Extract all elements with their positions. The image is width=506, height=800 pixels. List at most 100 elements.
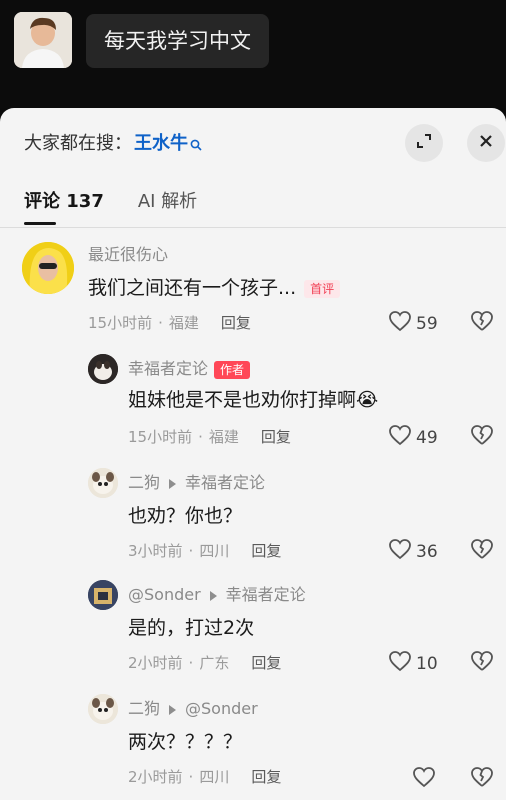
heart-icon — [388, 538, 416, 566]
broken-heart-icon — [470, 311, 494, 336]
video-subtitle: 每天我学习中文 — [86, 14, 269, 68]
comment-time: 15小时前 — [88, 314, 153, 332]
comment-author[interactable]: 最近很伤心 — [88, 244, 168, 266]
author-name[interactable]: 最近很伤心 — [88, 245, 168, 264]
tab-comments[interactable]: 评论 137 — [24, 190, 104, 214]
comment-location: 四川 — [199, 542, 230, 560]
comment-text: 两次？？？？ — [128, 731, 243, 753]
meta-separator: · — [198, 428, 203, 446]
comment-item: 最近很伤心 我们之间还有一个孩子... 首评 15小时前 · 福建 回复 59 — [0, 238, 506, 338]
dislike-button[interactable] — [470, 766, 494, 792]
comment-time: 2小时前 — [128, 768, 183, 786]
comment-body: 我们之间还有一个孩子... — [88, 277, 297, 299]
active-tab-indicator — [24, 222, 56, 225]
comment-meta: 15小时前 · 福建 回复 — [128, 426, 291, 448]
comment-sheet: 大家都在搜： 王水牛 评论 137 AI 解析 最近很伤心 我们之间还有一个孩子.… — [0, 108, 506, 800]
comment-meta: 3小时前 · 四川 回复 — [128, 540, 281, 562]
comment-item: @Sonder 幸福者定论 是的，打过2次 2小时前 · 广东 回复 10 — [0, 578, 506, 678]
reply-target-name[interactable]: 幸福者定论 — [185, 473, 265, 492]
video-area: 每天我学习中文 — [0, 0, 506, 108]
reply-button[interactable]: 回复 — [261, 428, 291, 446]
expand-icon — [415, 132, 433, 154]
dislike-button[interactable] — [470, 310, 494, 336]
comment-text: 是的，打过2次 — [128, 617, 255, 639]
broken-heart-icon — [470, 425, 494, 450]
heart-icon — [388, 310, 416, 338]
avatar[interactable] — [88, 468, 118, 498]
reply-target-name[interactable]: 幸福者定论 — [226, 585, 306, 604]
comment-tabs: 评论 137 AI 解析 — [24, 186, 197, 218]
comment-item: 二狗 @Sonder 两次？？？？ 2小时前 · 四川 回复 — [0, 692, 506, 800]
comment-meta: 2小时前 · 四川 回复 — [128, 766, 281, 788]
comment-author[interactable]: @Sonder 幸福者定论 — [128, 584, 306, 606]
comment-meta: 15小时前 · 福建 回复 — [88, 312, 251, 334]
reply-arrow-icon — [209, 590, 217, 601]
like-count: 59 — [416, 314, 438, 334]
first-comment-badge: 首评 — [304, 279, 341, 298]
tab-divider — [0, 227, 506, 228]
comment-author[interactable]: 二狗 @Sonder — [128, 698, 258, 720]
broken-heart-icon — [470, 651, 494, 676]
author-name[interactable]: 幸福者定论 — [128, 359, 208, 378]
expand-button[interactable] — [405, 124, 443, 162]
like-count: 36 — [416, 542, 438, 562]
heart-icon — [412, 766, 440, 794]
reply-target-name[interactable]: @Sonder — [185, 699, 258, 718]
avatar[interactable] — [88, 580, 118, 610]
close-icon — [478, 133, 494, 153]
comment-time: 3小时前 — [128, 542, 183, 560]
search-term[interactable]: 王水牛 — [134, 133, 188, 154]
tab-ai-analysis[interactable]: AI 解析 — [138, 190, 197, 214]
comment-text: 姐妹他是不是也劝你打掉啊😭 — [128, 387, 378, 413]
like-button[interactable]: 49 — [388, 424, 438, 452]
like-count: 49 — [416, 428, 438, 448]
like-button[interactable] — [412, 766, 440, 794]
creator-avatar[interactable] — [14, 12, 72, 68]
comment-body: 姐妹他是不是也劝你打掉啊 — [128, 389, 357, 411]
meta-separator: · — [188, 542, 194, 560]
like-button[interactable]: 59 — [388, 310, 438, 338]
comment-text: 也劝？你也？ — [128, 505, 243, 527]
comment-item: 幸福者定论 作者 姐妹他是不是也劝你打掉啊😭 15小时前 · 福建 回复 49 — [0, 352, 506, 452]
search-icon — [190, 130, 202, 162]
author-badge: 作者 — [214, 360, 251, 379]
search-suggestion[interactable]: 大家都在搜： 王水牛 — [24, 128, 202, 160]
author-name[interactable]: 二狗 — [128, 473, 160, 492]
comment-location: 广东 — [199, 654, 230, 672]
avatar[interactable] — [88, 354, 118, 384]
heart-icon — [388, 650, 416, 678]
broken-heart-icon — [470, 767, 494, 792]
comment-author[interactable]: 二狗 幸福者定论 — [128, 472, 265, 494]
dislike-button[interactable] — [470, 538, 494, 564]
author-name[interactable]: @Sonder — [128, 585, 201, 604]
comment-time: 15小时前 — [128, 428, 193, 446]
like-button[interactable]: 36 — [388, 538, 438, 566]
broken-heart-icon — [470, 539, 494, 564]
comment-author[interactable]: 幸福者定论 作者 — [128, 358, 251, 380]
reply-arrow-icon — [169, 478, 177, 489]
comment-location: 四川 — [199, 768, 230, 786]
comment-item: 二狗 幸福者定论 也劝？你也？ 3小时前 · 四川 回复 36 — [0, 466, 506, 566]
reply-button[interactable]: 回复 — [251, 654, 281, 672]
comment-text: 我们之间还有一个孩子... 首评 — [88, 275, 341, 301]
close-button[interactable] — [467, 124, 505, 162]
reply-button[interactable]: 回复 — [221, 314, 251, 332]
meta-separator: · — [188, 654, 194, 672]
avatar[interactable] — [88, 694, 118, 724]
like-count: 10 — [416, 654, 438, 674]
avatar[interactable] — [22, 242, 74, 294]
author-name[interactable]: 二狗 — [128, 699, 160, 718]
dislike-button[interactable] — [470, 424, 494, 450]
comment-time: 2小时前 — [128, 654, 183, 672]
reply-arrow-icon — [169, 704, 177, 715]
meta-separator: · — [188, 768, 194, 786]
heart-icon — [388, 424, 416, 452]
reply-button[interactable]: 回复 — [251, 542, 281, 560]
like-button[interactable]: 10 — [388, 650, 438, 678]
comment-location: 福建 — [168, 314, 199, 332]
comment-location: 福建 — [208, 428, 239, 446]
comment-meta: 2小时前 · 广东 回复 — [128, 652, 281, 674]
reply-button[interactable]: 回复 — [251, 768, 281, 786]
dislike-button[interactable] — [470, 650, 494, 676]
search-prefix: 大家都在搜： — [24, 133, 132, 154]
